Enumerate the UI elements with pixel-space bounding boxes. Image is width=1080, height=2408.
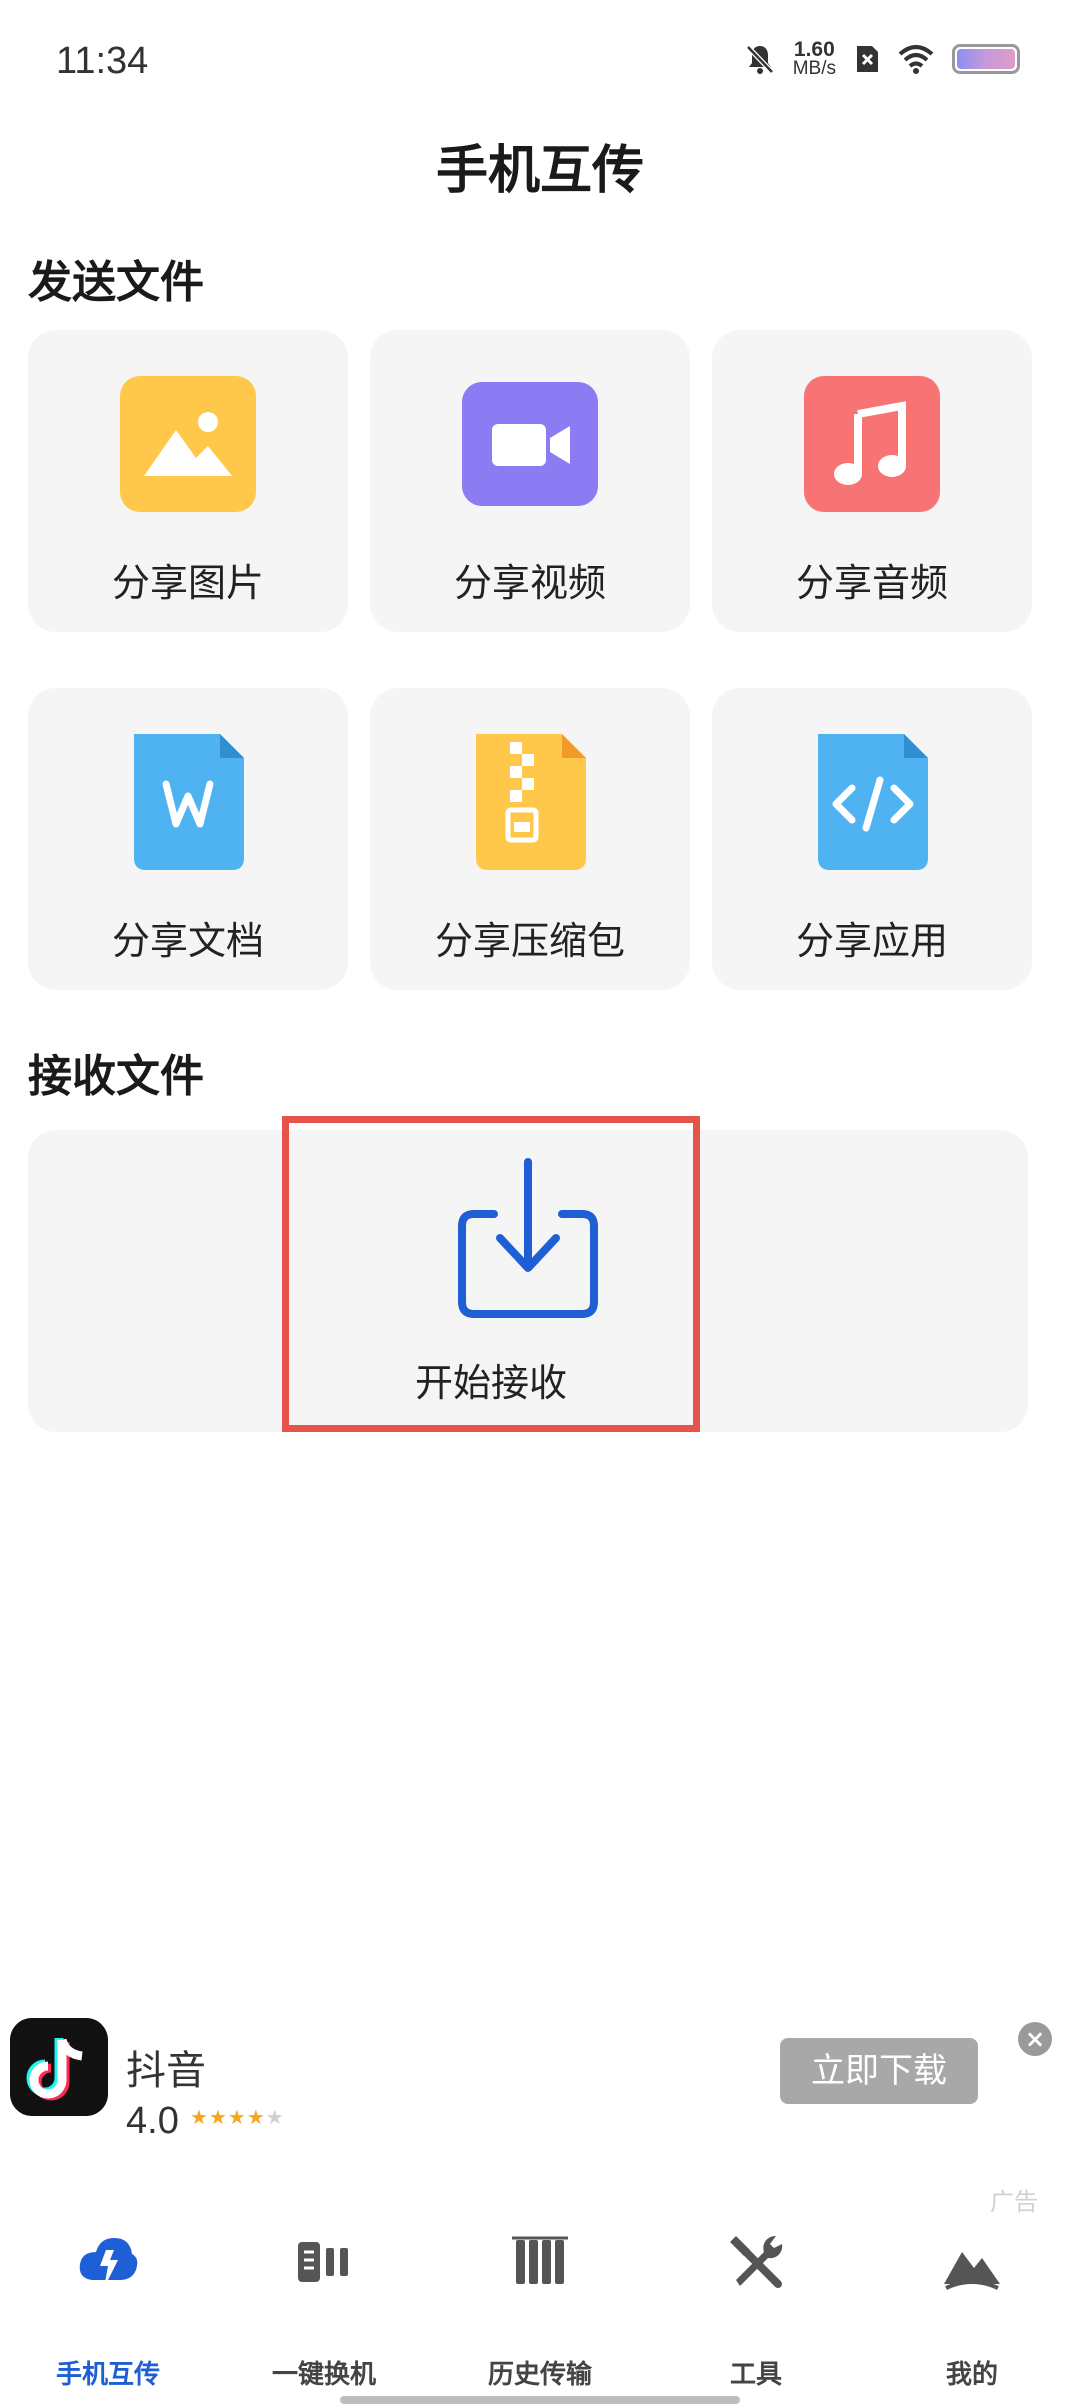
- page-title: 手机互传: [435, 140, 644, 201]
- ad-close-icon[interactable]: ×: [1018, 2022, 1052, 2056]
- nav-label-switch-phone: 一键换机: [271, 2360, 376, 2390]
- share-video-tile[interactable]: 分享视频: [370, 330, 690, 632]
- share-app-tile[interactable]: 分享应用: [712, 688, 1032, 990]
- switch-phone-icon: [298, 2242, 348, 2282]
- star-icon: ★: [265, 2105, 285, 2129]
- status-icons: 1.60 MB/s: [745, 38, 1020, 79]
- nav-item-history[interactable]: 历史传输: [432, 2208, 648, 2408]
- battery-icon: [952, 44, 1020, 74]
- sim-off-icon: [857, 46, 878, 72]
- music-icon: [804, 376, 940, 512]
- nav-label-profile: 我的: [945, 2360, 998, 2390]
- share-app-label: 分享应用: [795, 919, 948, 963]
- wifi-icon: [898, 45, 934, 74]
- history-icon: [512, 2236, 568, 2284]
- share-zip-tile[interactable]: 分享压缩包: [370, 688, 690, 990]
- share-image-tile[interactable]: 分享图片: [28, 330, 348, 632]
- nav-item-transfer[interactable]: 手机互传: [0, 2208, 216, 2408]
- ad-download-button[interactable]: 立即下载: [780, 2038, 978, 2104]
- nav-label-tools: 工具: [729, 2360, 782, 2390]
- nav-item-profile[interactable]: 我的: [864, 2208, 1080, 2408]
- star-icon: ★: [208, 2105, 228, 2129]
- home-indicator: [340, 2396, 740, 2404]
- code-icon: [818, 734, 928, 870]
- share-audio-label: 分享音频: [795, 561, 948, 605]
- send-section-title: 发送文件: [28, 257, 204, 308]
- share-zip-label: 分享压缩包: [434, 919, 625, 963]
- document-icon: [134, 734, 244, 870]
- nav-item-switch-phone[interactable]: 一键换机: [216, 2208, 432, 2408]
- nav-label-transfer: 手机互传: [55, 2360, 160, 2390]
- download-tray-icon: [458, 1158, 598, 1318]
- transfer-icon: [79, 2238, 138, 2288]
- star-icon: ★: [227, 2105, 247, 2129]
- share-video-label: 分享视频: [453, 561, 606, 605]
- douyin-logo: [10, 2018, 108, 2116]
- nav-item-tools[interactable]: 工具: [648, 2208, 864, 2408]
- start-receive-label: 开始接收: [414, 1361, 567, 1405]
- ad-rating-stars: ★★★★★: [190, 2105, 285, 2129]
- star-icon: ★: [246, 2105, 266, 2129]
- image-icon: [120, 376, 256, 512]
- network-speed-unit: MB/s: [792, 58, 836, 79]
- mute-bell-icon: [745, 45, 774, 74]
- receive-section-title: 接收文件: [28, 1051, 204, 1102]
- network-speed: 1.60 MB/s: [792, 38, 836, 79]
- ad-rating: 4.0: [126, 2100, 179, 2142]
- share-document-tile[interactable]: 分享文档: [28, 688, 348, 990]
- video-icon: [462, 382, 598, 506]
- share-document-label: 分享文档: [111, 919, 264, 963]
- network-speed-value: 1.60: [793, 38, 835, 61]
- ad-app-name: 抖音: [126, 2048, 206, 2094]
- star-icon: ★: [190, 2105, 209, 2129]
- bottom-nav: 手机互传 一键换机 历史传输 工具 我的: [0, 2208, 1080, 2408]
- share-audio-tile[interactable]: 分享音频: [712, 330, 1032, 632]
- zip-icon: [476, 734, 586, 870]
- status-bar: 11:34 1.60 MB/s: [0, 0, 1080, 120]
- nav-label-history: 历史传输: [487, 2360, 592, 2390]
- tools-icon: [730, 2235, 783, 2288]
- ad-banner[interactable]: 抖音 4.0 ★★★★★ 立即下载 × 广告: [0, 2008, 1080, 2216]
- share-image-label: 分享图片: [111, 561, 264, 605]
- profile-icon: [944, 2252, 1000, 2290]
- status-time: 11:34: [56, 40, 149, 82]
